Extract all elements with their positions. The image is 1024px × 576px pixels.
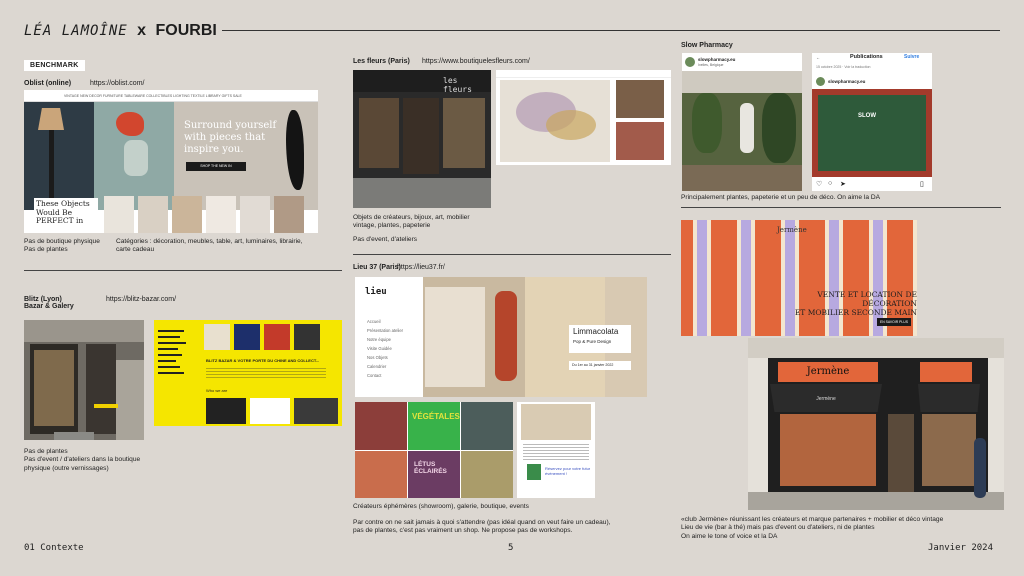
slow-instagram-post: slowpharmacy.eu Ixelles, Belgique (682, 53, 802, 191)
lieu37-menu-item[interactable]: Calendrier (367, 362, 403, 371)
lieu37-grid-screenshot: VÉGÉTALES LÉTUS ÉCLAIRÉS (355, 402, 513, 498)
divider (353, 254, 671, 255)
oblist-caption-left: Pas de boutique physique Pas de plantes (24, 238, 100, 254)
fleurs-caption: Objets de créateurs, bijoux, art, mobili… (353, 214, 470, 230)
divider (681, 207, 1001, 208)
lieu37-menu-item[interactable]: Nos Objets (367, 353, 403, 362)
fleurs-caption-events: Pas d'event, d'ateliers (353, 236, 418, 243)
lieu37-tile-vegetales: VÉGÉTALES (408, 402, 460, 450)
lieu37-banner-date: Du 1er au 31 janvier 2022 (569, 361, 631, 370)
brand-x: x (137, 22, 147, 39)
comment-icon[interactable]: ○ (828, 180, 832, 187)
jermene-cta[interactable]: EN SAVOIR PLUS (877, 318, 911, 326)
benchmark-tag: BENCHMARK (24, 60, 85, 71)
lieu37-menu-item[interactable]: Visite Guidée (367, 344, 403, 353)
brand-title: LÉA LAMOÎNE x FOURBI (24, 22, 217, 40)
slow-follow-button[interactable]: Suivre (904, 54, 919, 60)
jermene-sign: Jermène (778, 362, 878, 382)
jermene-banner: Jermène VENTE ET LOCATION DE DÉCORATION … (681, 220, 917, 336)
divider (24, 270, 342, 271)
page-number: 5 (508, 543, 514, 553)
oblist-nav: VINTAGE NEW DECOR FURNITURE TABLEWARE CO… (64, 94, 242, 98)
slow-pub-header: Publications (850, 54, 883, 60)
blitz-caption: Pas de plantes Pas d'event / d'ateliers … (24, 448, 141, 472)
oblist-screenshot: VINTAGE NEW DECOR FURNITURE TABLEWARE CO… (24, 90, 318, 233)
slow-pub-meta: 15 octobre 2025 · Voir la traduction (816, 65, 871, 69)
blitz-subhead: Who we are (206, 388, 228, 393)
lieu37-website-screenshot: lieu Accueil Présentation atelier Notre … (355, 277, 647, 397)
lieu37-title: Lieu 37 (Paris) (353, 264, 401, 271)
lieu37-banner-sub: Pop & Pure Design (573, 339, 612, 344)
bookmark-icon[interactable]: ▯ (920, 180, 924, 188)
slow-title: Slow Pharmacy (681, 42, 733, 49)
lieu37-menu-item[interactable]: Contact (367, 371, 403, 380)
share-icon[interactable]: ➤ (840, 180, 846, 188)
lieu37-menu-item[interactable]: Présentation atelier (367, 326, 403, 335)
back-arrow-icon[interactable]: ← (816, 55, 820, 60)
footer-section: 01 Contexte (24, 543, 84, 553)
lieu37-menu-item[interactable]: Notre équipe (367, 335, 403, 344)
lieu37-menu: Accueil Présentation atelier Notre équip… (367, 317, 403, 380)
header-rule (222, 30, 1000, 31)
slow-caption: Principalement plantes, papeterie et un … (681, 194, 881, 201)
blitz-title: Blitz (Lyon) Bazar & Galery (24, 296, 74, 310)
slow-instagram-feed: ← Publications Suivre 15 octobre 2025 · … (812, 53, 932, 191)
oblist-title: Oblist (online) (24, 80, 72, 87)
oblist-url[interactable]: https://oblist.com/ (90, 80, 144, 87)
lieu37-phone-screenshot: Réservez pour votre futur événement ! (517, 402, 595, 498)
lieu37-menu-item[interactable]: Accueil (367, 317, 403, 326)
footer-date: Janvier 2024 (928, 543, 994, 553)
lieu37-logo: lieu (365, 287, 387, 297)
fleurs-sign: les fleurs (443, 76, 472, 94)
brand-name: LÉA LAMOÎNE (24, 23, 128, 39)
brand-partner: FOURBI (155, 22, 217, 39)
fleurs-url[interactable]: https://www.boutiquelesfleurs.com/ (422, 58, 530, 65)
fleurs-website-screenshot (496, 70, 671, 165)
jermene-logo: Jermène (777, 226, 807, 234)
fleurs-storefront-photo: les fleurs (353, 70, 491, 208)
lieu37-tile-letus: LÉTUS ÉCLAIRÉS (408, 451, 460, 498)
blitz-headline: BLITZ BAZAR & VOTRE PORTE DU CHINE AND C… (206, 358, 320, 363)
like-icon[interactable]: ♡ (816, 180, 822, 188)
slow-pub-account: slowpharmacy.eu (828, 79, 866, 84)
jermene-banner-text: VENTE ET LOCATION DE DÉCORATION ET MOBIL… (794, 290, 917, 317)
avatar (685, 57, 695, 67)
jermene-storefront-photo: Jermène Jermène (748, 338, 1004, 510)
fleurs-title: Les fleurs (Paris) (353, 58, 410, 65)
blitz-storefront-photo (24, 320, 144, 440)
jermene-awning: Jermène (770, 384, 882, 412)
slow-post-location: Ixelles, Belgique (698, 63, 724, 67)
lieu37-banner: Limmacolata Pop & Pure Design (569, 325, 631, 353)
oblist-card-text: These Objects Would Be PERFECT in (34, 198, 98, 228)
oblist-cta[interactable]: SHOP THE NEW IN (186, 162, 246, 171)
oblist-caption-right: Catégories : décoration, meubles, table,… (116, 238, 303, 254)
blitz-url[interactable]: https://blitz-bazar.com/ (106, 296, 176, 303)
lieu37-caption: Créateurs éphémères (showroom), galerie,… (353, 503, 529, 510)
lieu37-banner-title: Limmacolata (573, 327, 619, 336)
slow-post-account: slowpharmacy.eu (698, 57, 736, 62)
oblist-hero-text: Surround yourself with pieces that inspi… (184, 120, 277, 155)
blitz-website-screenshot: BLITZ BAZAR & VOTRE PORTE DU CHINE AND C… (154, 320, 342, 426)
lieu37-phone-cta[interactable]: Réservez pour votre futur événement ! (545, 466, 591, 476)
lieu37-caption-critique: Par contre on ne sait jamais à quoi s'at… (353, 519, 611, 535)
jermene-caption: «club Jermène» réunissant les créateurs … (681, 516, 944, 540)
lieu37-url[interactable]: https://lieu37.fr/ (397, 264, 445, 271)
avatar (816, 77, 825, 86)
slow-window-text: SLOW (858, 113, 876, 119)
